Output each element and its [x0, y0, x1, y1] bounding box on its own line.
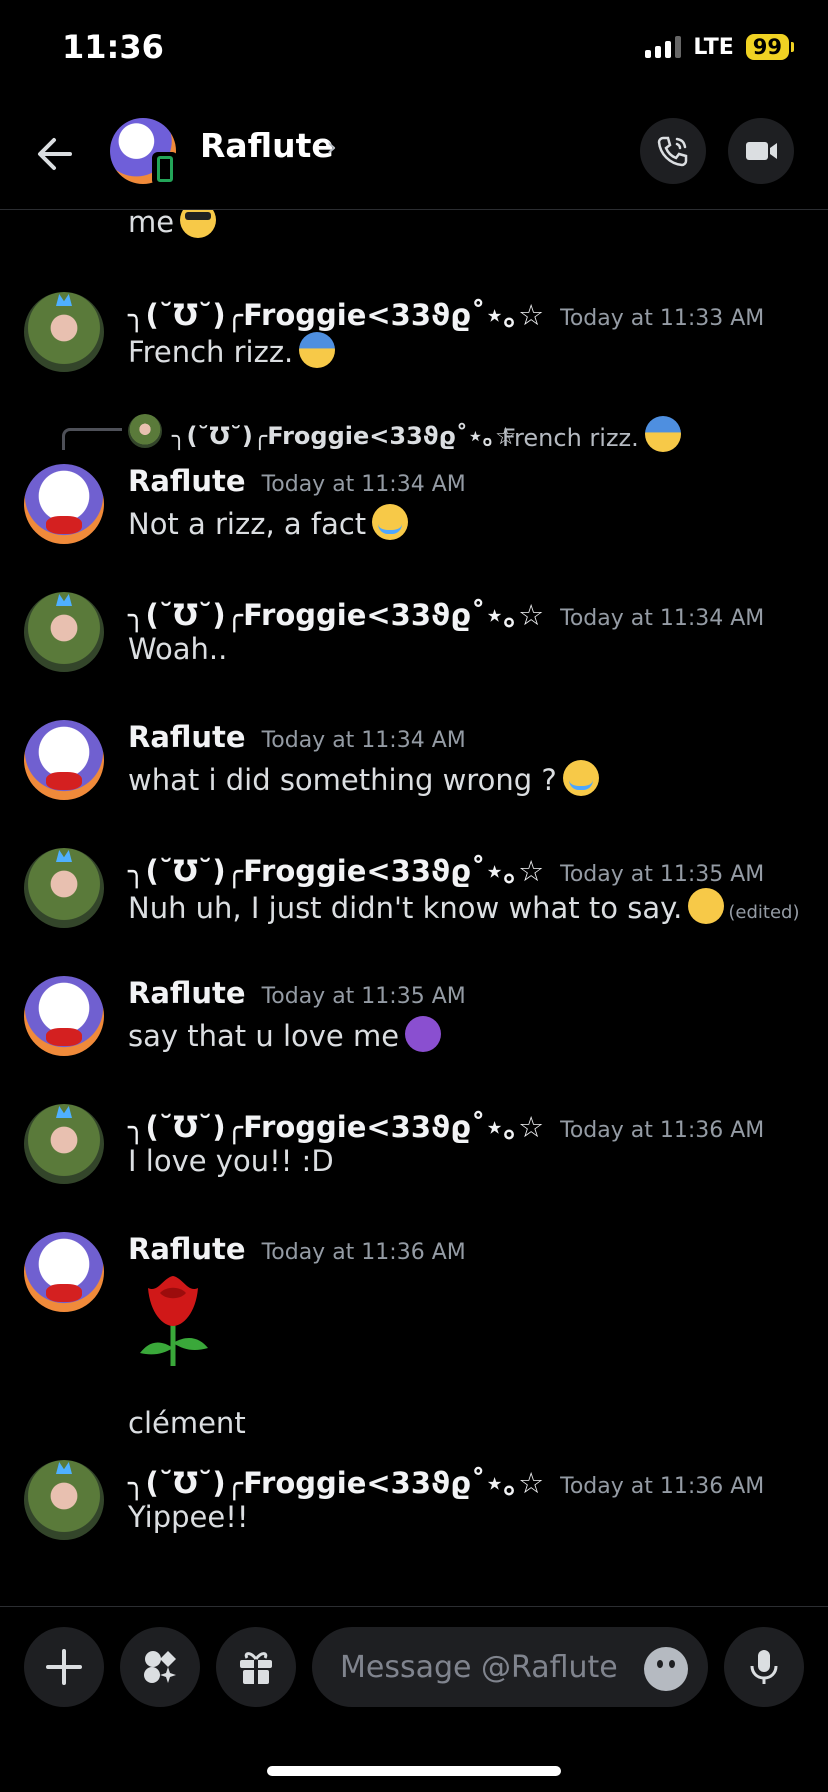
video-call-button[interactable] [728, 118, 794, 184]
sunglasses-emoji-icon [180, 210, 217, 238]
message-text: I love you!! :D [128, 1144, 334, 1178]
avatar[interactable] [24, 720, 104, 800]
crying-emoji-icon [372, 504, 409, 540]
message-text-row: Nuh uh, I just didn't know what to say. (… [128, 888, 799, 925]
chat-header: Raflute › [0, 100, 828, 210]
author-name[interactable]: Raflute [128, 720, 246, 754]
message-text-row: say that u love me [128, 1016, 442, 1053]
confounded-emoji-icon [688, 888, 725, 924]
avatar[interactable] [24, 292, 104, 372]
avatar[interactable] [24, 464, 104, 544]
author-name[interactable]: ╮(˘Ʊ˘)╭Froggie<33ϑϱ˚⋆｡☆ [128, 848, 544, 890]
back-button[interactable] [30, 128, 82, 180]
message-text: Nuh uh, I just didn't know what to say. [128, 891, 683, 925]
message-text: Woah.. [128, 632, 228, 666]
status-indicators: LTE 99 [645, 34, 794, 60]
timestamp: Today at 11:36 AM [560, 1474, 765, 1499]
message-composer [0, 1606, 828, 1726]
author-name[interactable]: ╮(˘Ʊ˘)╭Froggie<33ϑϱ˚⋆｡☆ [128, 1104, 544, 1146]
smiling-devil-emoji-icon [405, 1016, 442, 1052]
timestamp: Today at 11:34 AM [560, 606, 765, 631]
author-name[interactable]: ╮(˘Ʊ˘)╭Froggie<33ϑϱ˚⋆｡☆ [128, 292, 544, 334]
author-name[interactable]: ╮(˘Ʊ˘)╭Froggie<33ϑϱ˚⋆｡☆ [128, 1460, 544, 1502]
mobile-status-icon [152, 152, 178, 186]
apps-button[interactable] [120, 1627, 200, 1707]
author-name[interactable]: Raflute [128, 976, 246, 1010]
message-text: Not a rizz, a fact [128, 507, 367, 541]
message-text-row: what i did something wrong ? [128, 760, 599, 797]
fearful-emoji-icon [299, 332, 336, 368]
timestamp: Today at 11:35 AM [560, 862, 765, 887]
channel-title[interactable]: Raflute [200, 126, 334, 165]
message-text: say that u love me [128, 1019, 400, 1053]
voice-call-button[interactable] [640, 118, 706, 184]
timestamp: Today at 11:36 AM [560, 1118, 765, 1143]
rose-emoji-icon [140, 1276, 208, 1366]
signal-icon [645, 36, 682, 58]
timestamp: Today at 11:33 AM [560, 306, 765, 331]
message-text: what i did something wrong ? [128, 763, 557, 797]
message-text: French rizz. [128, 335, 294, 369]
status-time: 11:36 [62, 28, 164, 66]
reply-avatar [128, 414, 162, 448]
author-name[interactable]: ╮(˘Ʊ˘)╭Froggie<33ϑϱ˚⋆｡☆ [128, 592, 544, 634]
battery-icon [791, 42, 794, 52]
chevron-right-icon[interactable]: › [326, 130, 337, 163]
timestamp: Today at 11:36 AM [261, 1240, 466, 1265]
message-list[interactable]: me ╮(˘Ʊ˘)╭Froggie<33ϑϱ˚⋆｡☆ Today at 11:3… [0, 210, 828, 1606]
message-meta: ╮(˘Ʊ˘)╭Froggie<33ϑϱ˚⋆｡☆ Today at 11:36 A… [128, 1104, 764, 1146]
message-meta: ╮(˘Ʊ˘)╭Froggie<33ϑϱ˚⋆｡☆ Today at 11:36 A… [128, 1460, 764, 1502]
timestamp: Today at 11:34 AM [261, 472, 466, 497]
timestamp: Today at 11:35 AM [261, 984, 466, 1009]
reply-text: French rizz. [502, 424, 639, 452]
emoji-picker-button[interactable] [644, 1647, 688, 1691]
phone-icon [657, 136, 688, 167]
message-meta: Raflute Today at 11:36 AM [128, 1232, 466, 1266]
apps-icon [144, 1651, 176, 1683]
avatar[interactable] [24, 592, 104, 672]
gift-button[interactable] [216, 1627, 296, 1707]
message-meta: ╮(˘Ʊ˘)╭Froggie<33ϑϱ˚⋆｡☆ Today at 11:35 A… [128, 848, 764, 890]
message-meta: ╮(˘Ʊ˘)╭Froggie<33ϑϱ˚⋆｡☆ Today at 11:33 A… [128, 292, 764, 334]
message-text: clément [128, 1406, 246, 1440]
fearful-emoji-icon [644, 416, 681, 452]
avatar[interactable] [24, 976, 104, 1056]
author-name[interactable]: Raflute [128, 1232, 246, 1266]
voice-message-button[interactable] [724, 1627, 804, 1707]
crying-emoji-icon [562, 760, 599, 796]
video-camera-icon [746, 142, 777, 160]
author-name[interactable]: Raflute [128, 464, 246, 498]
reply-connector [62, 428, 122, 450]
message-meta: Raflute Today at 11:35 AM [128, 976, 466, 1010]
message-meta: Raflute Today at 11:34 AM [128, 720, 466, 754]
arrow-left-icon [38, 138, 72, 170]
edited-label: (edited) [728, 902, 800, 923]
message-text-row: Not a rizz, a fact [128, 504, 409, 541]
home-indicator[interactable] [267, 1766, 561, 1776]
network-type: LTE [693, 34, 734, 60]
message-text-row: French rizz. [128, 332, 336, 369]
battery-level: 99 [745, 34, 789, 60]
timestamp: Today at 11:34 AM [261, 728, 466, 753]
message-text: me [128, 210, 175, 239]
plus-icon [46, 1649, 82, 1685]
gift-icon [240, 1652, 272, 1684]
message-meta: ╮(˘Ʊ˘)╭Froggie<33ϑϱ˚⋆｡☆ Today at 11:34 A… [128, 592, 764, 634]
status-bar: 11:36 LTE 99 [0, 0, 828, 100]
add-attachment-button[interactable] [24, 1627, 104, 1707]
avatar[interactable] [24, 848, 104, 928]
microphone-icon [750, 1650, 778, 1684]
avatar[interactable] [24, 1104, 104, 1184]
reply-preview[interactable]: French rizz. [502, 416, 681, 452]
avatar[interactable] [24, 1460, 104, 1540]
message-text: Yippee!! [128, 1500, 249, 1534]
avatar[interactable] [24, 1232, 104, 1312]
reply-author[interactable]: ╮(˘Ʊ˘)╭Froggie<33ϑϱ˚⋆｡☆ [172, 416, 516, 451]
message-partial: me [128, 210, 217, 239]
message-meta: Raflute Today at 11:34 AM [128, 464, 466, 498]
